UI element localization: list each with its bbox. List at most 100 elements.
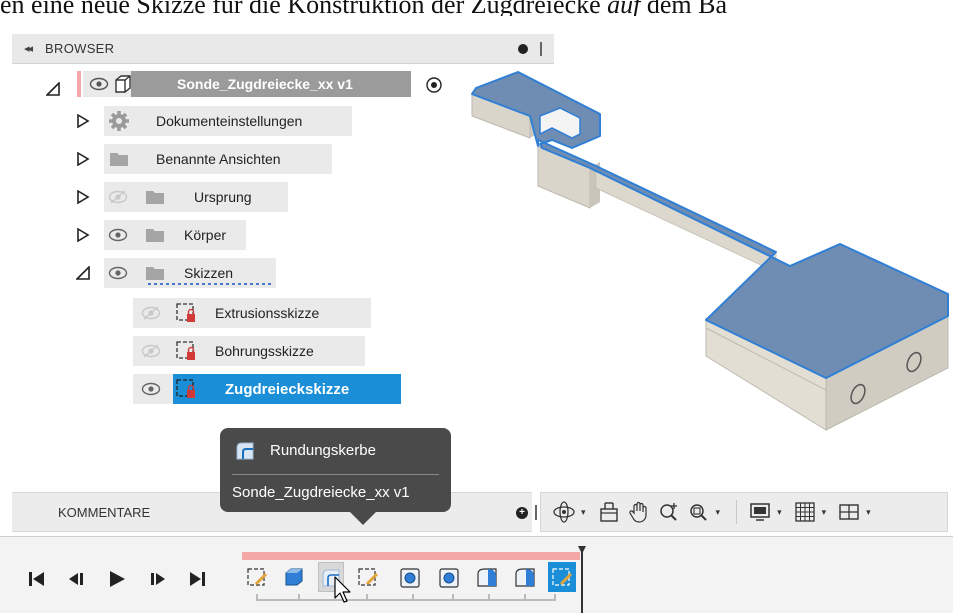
tree-item-label: Körper xyxy=(184,227,227,243)
panel-grip-handle[interactable] xyxy=(535,505,537,520)
timeline-feature-extrude[interactable] xyxy=(281,562,307,592)
toolbar-divider xyxy=(736,500,738,524)
component-box-icon xyxy=(115,75,131,93)
expand-triangle-icon[interactable] xyxy=(76,152,90,166)
tree-item-sketches[interactable]: Skizzen xyxy=(104,258,276,288)
chevron-down-icon[interactable]: ▾ xyxy=(716,507,721,518)
timeline-track xyxy=(256,599,556,601)
collapse-triangle-icon[interactable] xyxy=(46,82,60,96)
timeline-feature-fillet[interactable] xyxy=(512,562,538,592)
feature-tooltip: Rundungskerbe Sonde_Zugdreiecke_xx v1 xyxy=(220,428,451,512)
timeline-tick xyxy=(256,594,258,601)
step-forward-icon[interactable] xyxy=(146,568,168,590)
root-component-node[interactable]: Sonde_Zugdreiecke_xx v1 xyxy=(131,71,411,97)
timeline-tick xyxy=(366,594,368,601)
play-icon[interactable] xyxy=(106,568,128,590)
eye-hidden-icon[interactable] xyxy=(141,344,161,358)
tree-item-label: Benannte Ansichten xyxy=(156,151,281,167)
panel-grip-handle[interactable] xyxy=(540,42,542,56)
folder-icon xyxy=(146,229,164,242)
browser-title: BROWSER xyxy=(45,41,115,56)
browser-panel-header[interactable]: ◂◂ BROWSER xyxy=(12,34,554,64)
eye-hidden-icon[interactable] xyxy=(141,306,161,320)
root-icons-cell[interactable] xyxy=(83,71,131,97)
root-component-label: Sonde_Zugdreiecke_xx v1 xyxy=(177,76,353,92)
expand-triangle-icon[interactable] xyxy=(76,114,90,128)
active-radio-icon[interactable] xyxy=(425,76,443,94)
eye-icon[interactable] xyxy=(141,382,161,396)
tree-item-sketch-tow-triangle[interactable]: Zugdreieckskizze xyxy=(173,374,401,404)
go-to-end-icon[interactable] xyxy=(186,568,208,590)
comments-title: KOMMENTARE xyxy=(58,505,151,520)
zoom-icon[interactable] xyxy=(656,499,682,525)
step-back-icon[interactable] xyxy=(66,568,88,590)
tree-item-bodies[interactable]: Körper xyxy=(104,220,246,250)
timeline-feature-hole[interactable] xyxy=(397,562,423,592)
timeline-feature-sketch-active[interactable] xyxy=(548,562,576,592)
root-activity-strip xyxy=(77,71,81,97)
timeline-tick xyxy=(554,594,556,601)
tree-item-eye-cell[interactable] xyxy=(133,374,173,404)
tree-item-label: Ursprung xyxy=(194,189,252,205)
expand-triangle-icon[interactable] xyxy=(76,190,90,204)
sketch-locked-icon xyxy=(176,379,195,398)
chevron-down-icon[interactable]: ▾ xyxy=(866,507,871,518)
dashed-underline xyxy=(148,283,274,285)
folder-icon xyxy=(146,267,164,280)
orbit-icon[interactable] xyxy=(551,499,577,525)
timeline-position-marker[interactable] xyxy=(578,546,586,613)
tree-item-origin[interactable]: Ursprung xyxy=(104,182,288,212)
tooltip-arrow xyxy=(349,511,377,525)
tooltip-title: Rundungskerbe xyxy=(270,442,376,459)
gear-icon xyxy=(109,111,129,131)
sketch-locked-icon xyxy=(176,303,195,322)
add-comment-icon[interactable]: + xyxy=(516,507,528,519)
eye-icon[interactable] xyxy=(108,266,128,280)
timeline-tick xyxy=(452,594,454,601)
timeline-tick xyxy=(298,594,300,601)
timeline-tick xyxy=(412,594,414,601)
tooltip-divider xyxy=(232,474,439,475)
eye-hidden-icon[interactable] xyxy=(108,190,128,204)
tree-item-label: Extrusionsskizze xyxy=(215,305,320,321)
tree-item-sketch-extrusion[interactable]: Extrusionsskizze xyxy=(133,298,371,328)
mouse-cursor-icon xyxy=(334,576,351,603)
collapse-triangle-icon[interactable] xyxy=(76,266,90,280)
tree-item-document-settings[interactable]: Dokumenteinstellungen xyxy=(104,106,352,136)
sketch-locked-icon xyxy=(176,341,195,360)
display-settings-icon[interactable] xyxy=(747,499,773,525)
timeline-feature-sketch[interactable] xyxy=(355,562,381,592)
chevron-down-icon[interactable]: ▾ xyxy=(822,507,827,518)
timeline-feature-hole[interactable] xyxy=(436,562,462,592)
tree-item-named-views[interactable]: Benannte Ansichten xyxy=(104,144,332,174)
tree-item-sketch-holes[interactable]: Bohrungsskizze xyxy=(133,336,365,366)
chevron-down-icon[interactable]: ▾ xyxy=(581,507,586,518)
panel-pin-icon[interactable] xyxy=(518,44,528,54)
fillet-notch-icon xyxy=(236,442,254,460)
viewports-icon[interactable] xyxy=(836,499,862,525)
timeline-feature-fillet[interactable] xyxy=(474,562,500,592)
look-at-icon[interactable] xyxy=(596,499,622,525)
expand-triangle-icon[interactable] xyxy=(76,228,90,242)
eye-icon[interactable] xyxy=(108,228,128,242)
tree-item-label: Dokumenteinstellungen xyxy=(156,113,303,129)
folder-icon xyxy=(146,191,164,204)
timeline-tick xyxy=(488,594,490,601)
go-to-start-icon[interactable] xyxy=(26,568,48,590)
collapse-panel-icon[interactable]: ◂◂ xyxy=(24,42,33,55)
tooltip-subtitle: Sonde_Zugdreiecke_xx v1 xyxy=(232,484,410,501)
chevron-down-icon[interactable]: ▾ xyxy=(777,507,782,518)
pan-icon[interactable] xyxy=(626,499,652,525)
tree-item-label: Skizzen xyxy=(184,265,234,281)
timeline-tick xyxy=(524,594,526,601)
canvas-viewport[interactable]: ◂◂ BROWSER Sonde_Zugdreiecke_xx v1 Dokum… xyxy=(0,16,953,613)
eye-icon[interactable] xyxy=(89,77,109,91)
grid-icon[interactable] xyxy=(792,499,818,525)
tree-item-label: Bohrungsskizze xyxy=(215,343,314,359)
navigation-toolbar: ▾ ▾ ▾ ▾ ▾ xyxy=(540,492,948,532)
tree-item-label: Zugdreieckskizze xyxy=(225,380,350,398)
fit-icon[interactable] xyxy=(686,499,712,525)
timeline-feature-sketch[interactable] xyxy=(244,562,270,592)
folder-icon xyxy=(110,153,128,166)
timeline-error-band xyxy=(242,552,580,560)
